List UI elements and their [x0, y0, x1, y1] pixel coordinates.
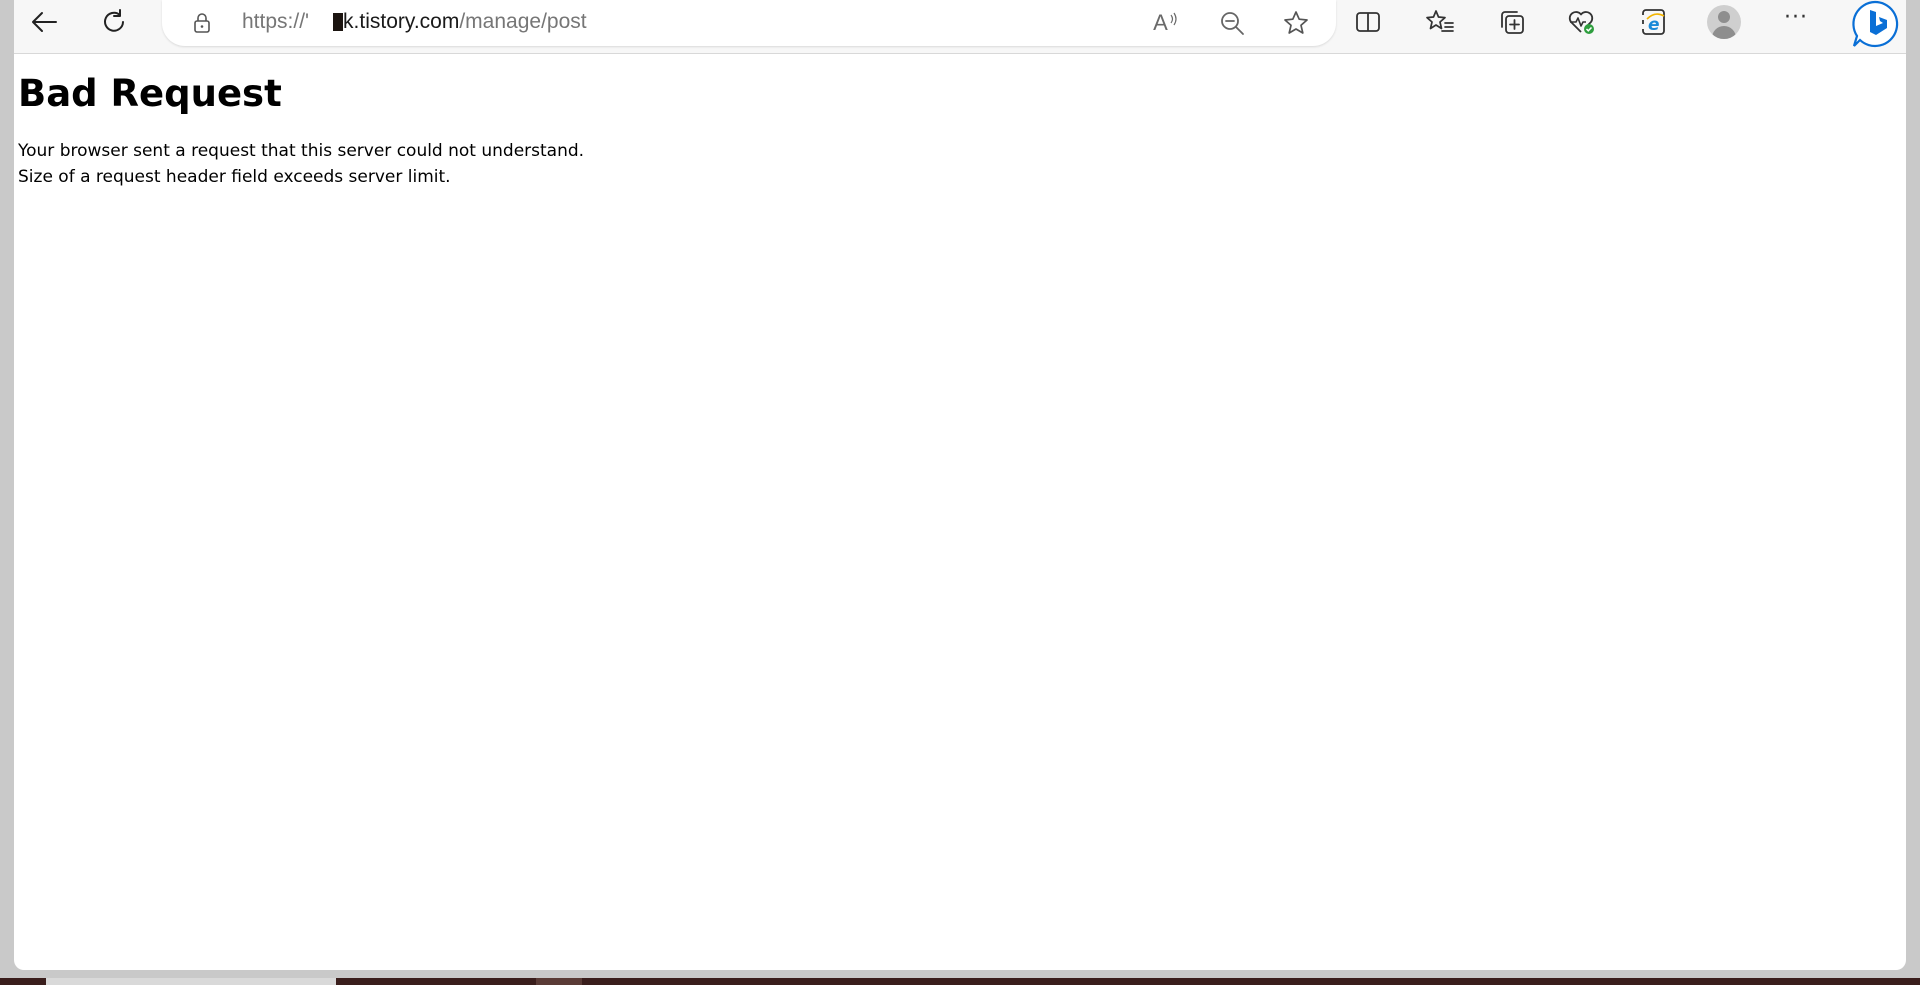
- split-screen-button[interactable]: [1350, 4, 1386, 40]
- split-screen-icon: [1356, 12, 1380, 32]
- error-message: Your browser sent a request that this se…: [18, 138, 1906, 190]
- refresh-button[interactable]: [97, 4, 133, 40]
- address-bar[interactable]: https://' k.tistory.com/manage/post A: [162, 0, 1336, 46]
- favorites-button[interactable]: [1422, 4, 1458, 40]
- browser-essentials-button[interactable]: [1564, 4, 1600, 40]
- url-host: k.tistory.com: [343, 10, 460, 33]
- zoom-out-button[interactable]: [1214, 5, 1250, 41]
- url-redaction: [333, 13, 344, 31]
- back-arrow-icon: [32, 12, 57, 32]
- back-button[interactable]: [26, 4, 62, 40]
- more-options-button[interactable]: ···: [1778, 4, 1814, 40]
- error-heading: Bad Request: [18, 72, 282, 115]
- taskbar-segment: [536, 978, 582, 985]
- taskbar-edge: [0, 978, 1920, 985]
- browser-window: https://' k.tistory.com/manage/post A e …: [14, 0, 1906, 970]
- collections-button[interactable]: [1494, 4, 1530, 40]
- zoom-out-icon: [1221, 12, 1244, 35]
- read-aloud-waves: [1170, 12, 1177, 26]
- bing-copilot-button[interactable]: [1850, 0, 1900, 48]
- lock-icon: [194, 13, 210, 33]
- read-aloud-button[interactable]: A: [1148, 5, 1184, 41]
- ie-mode-button[interactable]: e: [1636, 4, 1672, 40]
- collections-icon: [1501, 11, 1524, 34]
- url-scheme: https://': [242, 10, 310, 33]
- taskbar-segment: [46, 978, 336, 985]
- error-line-1: Your browser sent a request that this se…: [18, 141, 585, 161]
- read-aloud-icon: A: [1153, 10, 1168, 35]
- error-line-2: Size of a request header field exceeds s…: [18, 167, 451, 187]
- favorite-star-icon: [1284, 11, 1308, 34]
- favorites-list-icon: [1426, 10, 1454, 32]
- profile-button[interactable]: [1706, 4, 1742, 40]
- url-path: /manage/post: [459, 10, 587, 33]
- bing-copilot-icon: [1852, 0, 1899, 48]
- browser-toolbar: https://' k.tistory.com/manage/post A e …: [14, 0, 1906, 54]
- profile-avatar-icon: [1707, 5, 1741, 39]
- refresh-icon: [104, 9, 124, 32]
- page-content: Bad Request Your browser sent a request …: [18, 54, 1906, 970]
- url-text[interactable]: https://' k.tistory.com/manage/post: [242, 9, 587, 35]
- internet-explorer-mode-icon: e: [1642, 9, 1665, 35]
- site-info-button[interactable]: [184, 5, 220, 41]
- more-options-icon: ···: [1784, 5, 1808, 30]
- browser-essentials-icon: [1568, 11, 1594, 34]
- svg-text:e: e: [1648, 15, 1660, 35]
- favorite-button[interactable]: [1278, 5, 1314, 41]
